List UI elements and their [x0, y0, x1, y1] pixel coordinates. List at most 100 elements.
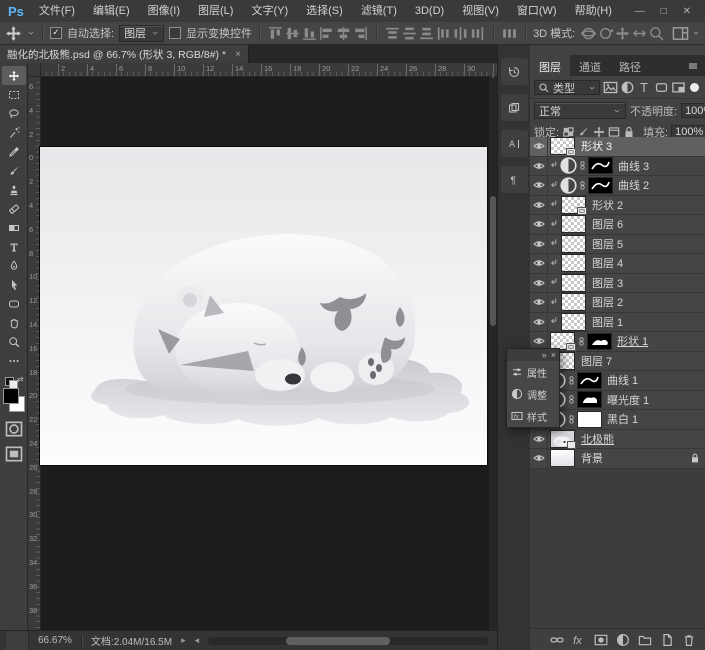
new-adjustment-button[interactable]: [616, 633, 630, 647]
menu-item-4[interactable]: 文字(Y): [242, 1, 297, 22]
canvas-horizontal-scrollbar[interactable]: [208, 636, 489, 645]
layer-thumbnail[interactable]: [561, 195, 587, 215]
foreground-color-swatch[interactable]: [2, 388, 19, 404]
layer-mask-thumbnail[interactable]: [577, 410, 602, 428]
collapse-panels-icon[interactable]: »: [542, 350, 547, 360]
eye-toggle[interactable]: [530, 273, 548, 292]
eyedropper-tool[interactable]: [2, 142, 26, 161]
eye-toggle[interactable]: [530, 234, 548, 253]
eye-toggle[interactable]: [530, 156, 548, 175]
vertical-scroll-thumb[interactable]: [490, 196, 496, 326]
eye-toggle[interactable]: [530, 215, 548, 234]
path-selection-tool[interactable]: [2, 275, 26, 294]
layer-thumbnail[interactable]: [561, 293, 586, 312]
panel-tab-1[interactable]: 通道: [570, 55, 610, 76]
lasso-tool[interactable]: [2, 104, 26, 123]
align-right-button[interactable]: [352, 25, 369, 42]
mask-link-icon[interactable]: [577, 337, 586, 346]
gradient-tool[interactable]: [2, 218, 26, 237]
layer-thumbnail[interactable]: [561, 234, 586, 253]
more-tools[interactable]: [2, 351, 26, 370]
mask-link-icon[interactable]: [578, 181, 587, 190]
layer-thumbnail[interactable]: [550, 429, 576, 449]
layer-name[interactable]: 形状 2: [592, 197, 623, 213]
filter-shape-button[interactable]: [654, 80, 669, 95]
type-tool[interactable]: [2, 237, 26, 256]
delete-layer-button[interactable]: [682, 633, 696, 647]
layer-name[interactable]: 形状 1: [617, 333, 648, 349]
3d-rotate-button[interactable]: [580, 25, 597, 42]
scroll-left-icon[interactable]: ◂: [195, 635, 200, 646]
layer-name[interactable]: 图层 7: [581, 353, 612, 369]
eye-toggle[interactable]: [530, 429, 548, 448]
tool-preset-chevron-icon[interactable]: [27, 29, 35, 37]
layer-name[interactable]: 形状 3: [581, 138, 612, 154]
layer-row-4[interactable]: 图层 6: [530, 215, 705, 235]
link-layers-button[interactable]: [550, 633, 564, 647]
dist-right-button[interactable]: [469, 25, 486, 42]
horizontal-scroll-thumb[interactable]: [286, 636, 391, 645]
layer-row-1[interactable]: 曲线 3: [530, 156, 705, 176]
mask-link-icon[interactable]: [567, 376, 576, 385]
tab-close-icon[interactable]: ×: [235, 49, 241, 60]
scroll-up-icon[interactable]: ⌃: [489, 76, 497, 84]
canvas-vertical-scrollbar[interactable]: ⌃: [489, 76, 497, 630]
3d-drag-button[interactable]: [614, 25, 631, 42]
eye-toggle[interactable]: [530, 449, 548, 468]
layer-name[interactable]: 曲线 1: [607, 372, 638, 388]
layer-mask-thumbnail[interactable]: [588, 176, 613, 194]
layer-name[interactable]: 曝光度 1: [607, 392, 649, 408]
floating-panel-item-0[interactable]: 属性: [507, 361, 559, 383]
layer-mask-thumbnail[interactable]: [587, 332, 612, 350]
eye-toggle[interactable]: [530, 195, 548, 214]
layer-row-2[interactable]: 曲线 2: [530, 176, 705, 196]
layer-row-8[interactable]: 图层 2: [530, 293, 705, 313]
minimize-button[interactable]: —: [635, 6, 645, 17]
new-group-button[interactable]: [638, 633, 652, 647]
menu-item-8[interactable]: 视图(V): [453, 1, 508, 22]
menu-item-7[interactable]: 3D(D): [406, 1, 453, 22]
layer-mask-thumbnail[interactable]: [588, 157, 613, 175]
mask-link-icon[interactable]: [567, 415, 576, 424]
menu-item-1[interactable]: 编辑(E): [84, 1, 139, 22]
layer-mask-thumbnail[interactable]: [577, 391, 602, 409]
pen-tool[interactable]: [2, 256, 26, 275]
history-panel-button[interactable]: [500, 58, 528, 85]
dist-left-button[interactable]: [435, 25, 452, 42]
layer-row-15[interactable]: 北极熊: [530, 429, 705, 449]
eye-toggle[interactable]: [530, 254, 548, 273]
layer-row-0[interactable]: 形状 3: [530, 137, 705, 157]
workspace-chevron-icon[interactable]: [692, 29, 700, 37]
eye-toggle[interactable]: [530, 176, 548, 195]
layer-row-3[interactable]: 形状 2: [530, 195, 705, 215]
layer-thumbnail[interactable]: [561, 312, 586, 331]
layer-thumbnail[interactable]: [561, 254, 586, 273]
layer-row-6[interactable]: 图层 4: [530, 254, 705, 274]
filter-adjustment-button[interactable]: [620, 80, 635, 95]
kind-filter-dropdown[interactable]: 类型: [534, 80, 600, 95]
align-top-button[interactable]: [267, 25, 284, 42]
layer-row-16[interactable]: 背景: [530, 449, 705, 469]
character-panel-button[interactable]: A: [500, 130, 528, 157]
align-center-v-button[interactable]: [284, 25, 301, 42]
rectangular-marquee-tool[interactable]: [2, 85, 26, 104]
zoom-level-field[interactable]: 66.67%: [38, 635, 72, 646]
paragraph-panel-button[interactable]: ¶: [500, 166, 528, 193]
close-button[interactable]: ✕: [683, 6, 691, 17]
shape-tool[interactable]: [2, 294, 26, 313]
layer-name[interactable]: 图层 4: [592, 255, 623, 271]
show-transform-checkbox[interactable]: [169, 27, 182, 39]
add-mask-button[interactable]: [594, 633, 608, 647]
panel-tab-2[interactable]: 路径: [610, 55, 650, 76]
panel-tab-0[interactable]: 图层: [530, 55, 570, 76]
opacity-value[interactable]: 100%: [681, 103, 705, 118]
current-tool-icon[interactable]: [5, 25, 22, 42]
auto-select-dropdown[interactable]: 图层: [119, 24, 165, 42]
layer-name[interactable]: 曲线 2: [618, 177, 649, 193]
new-layer-button[interactable]: [660, 633, 674, 647]
layer-effects-button[interactable]: fx: [572, 633, 586, 647]
mask-link-icon[interactable]: [578, 161, 587, 170]
layer-thumbnail[interactable]: [550, 332, 576, 352]
quick-mask-button[interactable]: [4, 421, 24, 437]
layer-name[interactable]: 图层 5: [592, 236, 623, 252]
